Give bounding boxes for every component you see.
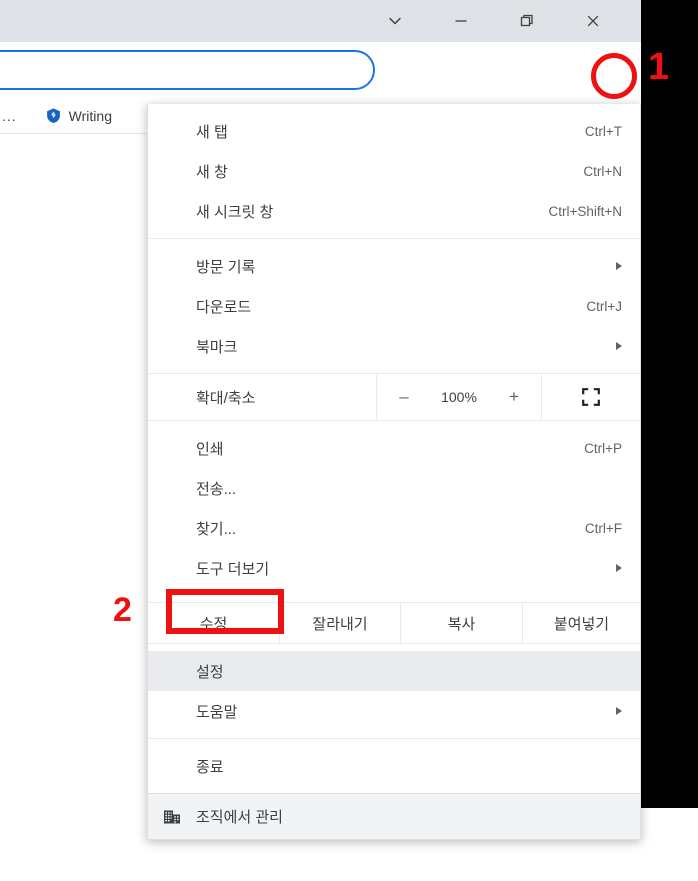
minimize-button[interactable] — [438, 0, 484, 42]
annotation-number-step1: 1 — [648, 46, 670, 88]
menu-item-more-tools[interactable]: 도구 더보기 — [148, 548, 640, 588]
annotation-circle-step1 — [591, 53, 637, 99]
address-bar[interactable] — [0, 50, 375, 90]
menu-item-downloads[interactable]: 다운로드 Ctrl+J — [148, 286, 640, 326]
bookmark-overflow-label[interactable]: ... — [2, 108, 17, 124]
menu-item-label: 전송... — [196, 480, 237, 498]
menu-row-zoom: 확대/축소 – 100% + — [148, 373, 640, 421]
menu-item-label: 종료 — [196, 758, 224, 776]
menu-item-accel: Ctrl+J — [586, 298, 622, 314]
browser-toolbar — [0, 42, 641, 133]
menu-item-label: 북마크 — [196, 338, 238, 356]
menu-item-accel: Ctrl+P — [584, 440, 622, 456]
menu-item-label: 도움말 — [196, 703, 238, 721]
chevron-right-icon — [616, 707, 622, 715]
chevron-right-icon — [616, 262, 622, 270]
menu-item-new-window[interactable]: 새 창 Ctrl+N — [148, 151, 640, 191]
menu-item-exit[interactable]: 종료 — [148, 746, 640, 786]
menu-group-settings: 설정 도움말 — [148, 644, 640, 731]
fullscreen-button[interactable] — [542, 374, 640, 420]
managed-label: 조직에서 관리 — [196, 809, 283, 826]
zoom-controls: – 100% + — [376, 374, 542, 420]
chevron-right-icon — [616, 564, 622, 572]
shield-icon — [46, 108, 60, 124]
menu-separator — [148, 738, 640, 739]
menu-group-new: 새 탭 Ctrl+T 새 창 Ctrl+N 새 시크릿 창 Ctrl+Shift… — [148, 111, 640, 231]
close-icon — [587, 15, 599, 27]
zoom-in-button[interactable]: + — [504, 387, 524, 407]
menu-item-cast[interactable]: 전송... — [148, 468, 640, 508]
bookmark-label: Writing — [68, 107, 112, 124]
menu-item-label: 새 시크릿 창 — [196, 203, 274, 221]
menu-item-label: 다운로드 — [196, 298, 252, 316]
menu-item-label: 새 탭 — [196, 123, 228, 141]
minimize-icon — [455, 20, 467, 22]
menu-item-label: 도구 더보기 — [196, 560, 270, 578]
edit-cut-button[interactable]: 잘라내기 — [279, 603, 400, 643]
tab-search-button[interactable] — [372, 0, 418, 42]
building-icon — [164, 810, 180, 823]
menu-item-accel: Ctrl+T — [584, 123, 622, 139]
menu-item-settings[interactable]: 설정 — [148, 651, 640, 691]
menu-item-new-incognito-window[interactable]: 새 시크릿 창 Ctrl+Shift+N — [148, 191, 640, 231]
chevron-down-icon — [389, 17, 401, 25]
close-button[interactable] — [570, 0, 616, 42]
title-bar — [0, 0, 641, 42]
menu-item-history[interactable]: 방문 기록 — [148, 246, 640, 286]
annotation-box-step2 — [166, 589, 284, 634]
menu-group-exit: 종료 — [148, 746, 640, 793]
menu-item-label: 방문 기록 — [196, 258, 256, 276]
menu-item-label: 새 창 — [196, 163, 228, 181]
chevron-right-icon — [616, 342, 622, 350]
menu-item-label: 설정 — [196, 663, 224, 681]
edit-paste-button[interactable]: 붙여넣기 — [522, 603, 640, 643]
maximize-restore-button[interactable] — [504, 0, 550, 42]
menu-item-bookmarks[interactable]: 북마크 — [148, 326, 640, 366]
menu-item-accel: Ctrl+F — [584, 520, 622, 536]
menu-item-accel: Ctrl+N — [583, 163, 622, 179]
restore-icon — [520, 14, 533, 27]
menu-item-help[interactable]: 도움말 — [148, 691, 640, 731]
menu-item-new-tab[interactable]: 새 탭 Ctrl+T — [148, 111, 640, 151]
menu-item-managed-by-organization[interactable]: 조직에서 관리 — [148, 793, 640, 839]
menu-item-find[interactable]: 찾기... Ctrl+F — [148, 508, 640, 548]
menu-item-print[interactable]: 인쇄 Ctrl+P — [148, 428, 640, 468]
menu-item-label: 찾기... — [196, 520, 237, 538]
menu-group-history: 방문 기록 다운로드 Ctrl+J 북마크 — [148, 246, 640, 366]
bookmark-item-writing[interactable]: Writing — [39, 104, 118, 127]
fullscreen-icon — [582, 388, 600, 406]
zoom-level-value: 100% — [441, 389, 477, 405]
menu-item-label: 인쇄 — [196, 440, 224, 458]
zoom-label: 확대/축소 — [196, 389, 256, 407]
zoom-out-button[interactable]: – — [394, 387, 414, 407]
chrome-app-menu: 새 탭 Ctrl+T 새 창 Ctrl+N 새 시크릿 창 Ctrl+Shift… — [147, 104, 641, 840]
menu-separator — [148, 238, 640, 239]
menu-group-tools: 인쇄 Ctrl+P 전송... 찾기... Ctrl+F 도구 더보기 — [148, 421, 640, 595]
screenshot-right-gutter — [641, 0, 698, 808]
annotation-number-step2: 2 — [113, 591, 132, 629]
menu-item-accel: Ctrl+Shift+N — [548, 203, 622, 219]
edit-copy-button[interactable]: 복사 — [400, 603, 522, 643]
